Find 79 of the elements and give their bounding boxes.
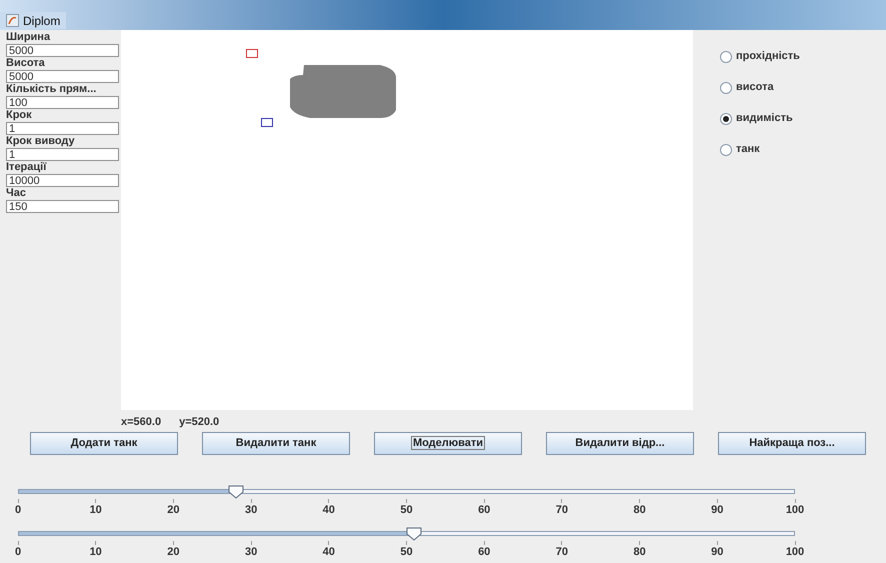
- field-label: Кількість прям...: [6, 83, 98, 96]
- slider-thumb[interactable]: [406, 527, 422, 541]
- tick-mark: [639, 541, 640, 545]
- input-field[interactable]: 5000: [6, 70, 119, 83]
- input-field[interactable]: 1: [6, 148, 119, 161]
- app-icon: [6, 14, 19, 27]
- x-coordinate: x=560.0: [121, 415, 162, 430]
- tick-label: 90: [711, 545, 724, 559]
- radio-button[interactable]: [720, 82, 732, 94]
- field-label: Ширина: [6, 31, 52, 44]
- tick-mark: [250, 499, 252, 503]
- tick-mark: [794, 541, 796, 545]
- radio-option[interactable]: видимість: [720, 111, 800, 126]
- action-button[interactable]: Моделювати: [374, 432, 522, 455]
- action-button[interactable]: Видалити відр...: [546, 432, 694, 455]
- tick-mark: [716, 541, 718, 545]
- input-field[interactable]: 150: [6, 200, 119, 213]
- tick-label: 80: [633, 503, 646, 517]
- tick-label: 60: [478, 503, 490, 517]
- tick-label: 50: [400, 545, 413, 559]
- input-field[interactable]: 5000: [6, 44, 119, 57]
- tick-mark: [95, 499, 96, 503]
- tick-mark: [406, 499, 407, 503]
- tick-label: 30: [244, 545, 258, 559]
- tick-mark: [794, 499, 796, 503]
- tick-label: 40: [322, 545, 335, 559]
- tick-mark: [406, 541, 407, 545]
- radio-option[interactable]: прохідність: [720, 49, 800, 64]
- radio-option[interactable]: танк: [720, 142, 800, 157]
- tick-mark: [561, 499, 562, 503]
- radio-button[interactable]: [720, 144, 732, 156]
- field-label: Ітерації: [6, 161, 48, 174]
- tick-mark: [561, 541, 562, 545]
- tick-label: 0: [14, 503, 22, 517]
- tick-label: 60: [478, 545, 490, 559]
- input-field[interactable]: 1: [6, 122, 119, 135]
- y-coordinate: y=520.0: [179, 415, 220, 430]
- tick-label: 40: [322, 503, 335, 517]
- field-label: Крок: [6, 109, 33, 122]
- input-field[interactable]: 10000: [6, 174, 119, 187]
- tick-mark: [250, 541, 252, 545]
- action-button[interactable]: Видалити танк: [202, 432, 350, 455]
- action-button[interactable]: Найкраща поз...: [718, 432, 866, 455]
- radio-label: прохідність: [736, 49, 800, 64]
- tick-label: 70: [556, 503, 568, 517]
- radio-option[interactable]: висота: [720, 80, 800, 95]
- action-button[interactable]: Додати танк: [30, 432, 178, 455]
- tick-label: 10: [90, 545, 102, 559]
- field-label: Час: [6, 187, 27, 200]
- slider-thumb[interactable]: [228, 485, 244, 499]
- tick-label: 20: [167, 545, 180, 559]
- tick-label: 70: [556, 545, 568, 559]
- tick-mark: [328, 541, 330, 545]
- tick-mark: [172, 541, 174, 545]
- tick-label: 80: [633, 545, 646, 559]
- radio-label: видимість: [736, 111, 793, 126]
- tick-mark: [328, 499, 330, 503]
- radio-button[interactable]: [720, 50, 732, 62]
- field-label: Висота: [6, 57, 46, 70]
- radio-label: танк: [736, 142, 760, 158]
- radio-label: висота: [736, 80, 774, 96]
- tick-mark: [484, 541, 485, 545]
- field-label: Крок виводу: [6, 135, 76, 148]
- tick-mark: [172, 499, 174, 503]
- tick-label: 100: [786, 503, 804, 517]
- tick-label: 50: [400, 503, 413, 517]
- radio-button[interactable]: [720, 112, 732, 124]
- window-title: Diplom: [23, 12, 60, 30]
- tick-mark: [95, 541, 96, 545]
- tick-label: 100: [786, 545, 804, 559]
- input-field[interactable]: 100: [6, 96, 119, 109]
- tick-label: 20: [167, 503, 180, 517]
- tick-label: 10: [90, 503, 102, 517]
- tick-label: 0: [14, 545, 22, 559]
- tick-mark: [716, 499, 718, 503]
- tick-mark: [484, 499, 485, 503]
- tick-label: 90: [711, 503, 724, 517]
- tick-mark: [639, 499, 640, 503]
- tick-label: 30: [244, 503, 258, 517]
